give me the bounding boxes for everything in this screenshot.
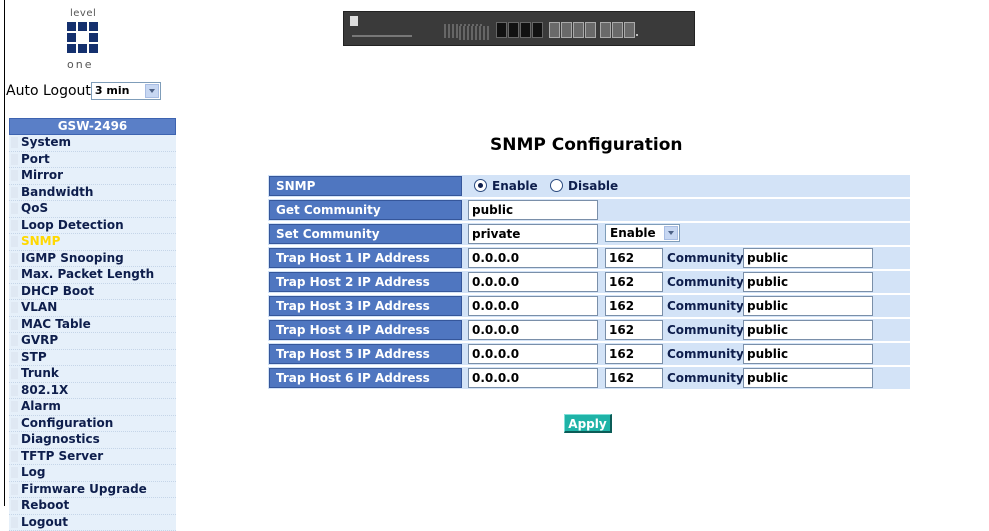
sidebar-item-tftp-server[interactable]: TFTP Server — [9, 449, 176, 466]
sidebar-item-configuration[interactable]: Configuration — [9, 416, 176, 433]
trap-host-label: Trap Host 5 IP Address — [269, 344, 462, 364]
sidebar-item-max-packet-length[interactable]: Max. Packet Length — [9, 267, 176, 284]
snmp-label: SNMP — [269, 176, 462, 196]
sidebar-item-loop-detection[interactable]: Loop Detection — [9, 218, 176, 235]
trap-host-ip-input[interactable]: 0.0.0.0 — [468, 320, 598, 340]
switch-front-panel-image — [343, 11, 695, 46]
trap-host-community-input[interactable]: public — [743, 248, 873, 268]
community-label: Community — [667, 368, 744, 388]
sidebar-title: GSW-2496 — [9, 118, 176, 135]
trap-host-ip-input[interactable]: 0.0.0.0 — [468, 368, 598, 388]
sidebar-item-802-1x[interactable]: 802.1X — [9, 383, 176, 400]
community-label: Community — [667, 272, 744, 292]
get-community-label: Get Community — [269, 200, 462, 220]
trap-host-community-input[interactable]: public — [743, 344, 873, 364]
trap-host-label: Trap Host 4 IP Address — [269, 320, 462, 340]
trap-host-ip-input[interactable]: 0.0.0.0 — [468, 248, 598, 268]
trap-host-label: Trap Host 3 IP Address — [269, 296, 462, 316]
trap-host-row: Trap Host 1 IP Address 0.0.0.0 162 Commu… — [268, 247, 910, 269]
trap-host-ip-input[interactable]: 0.0.0.0 — [468, 272, 598, 292]
trap-host-ip-input[interactable]: 0.0.0.0 — [468, 296, 598, 316]
sidebar-item-bandwidth[interactable]: Bandwidth — [9, 185, 176, 202]
trap-host-community-input[interactable]: public — [743, 320, 873, 340]
trap-host-label: Trap Host 1 IP Address — [269, 248, 462, 268]
trap-host-row: Trap Host 3 IP Address 0.0.0.0 162 Commu… — [268, 295, 910, 317]
sidebar-menu: GSW-2496 System Port Mirror Bandwidth Qo… — [9, 118, 176, 531]
trap-host-community-input[interactable]: public — [743, 296, 873, 316]
sidebar-item-firmware-upgrade[interactable]: Firmware Upgrade — [9, 482, 176, 499]
trap-host-row: Trap Host 6 IP Address 0.0.0.0 162 Commu… — [268, 367, 910, 389]
trap-host-port-input[interactable]: 162 — [605, 296, 663, 316]
set-community-state-select[interactable]: Enable — [605, 224, 680, 242]
get-community-input[interactable]: public — [468, 200, 598, 220]
trap-host-row: Trap Host 4 IP Address 0.0.0.0 162 Commu… — [268, 319, 910, 341]
sidebar-item-mirror[interactable]: Mirror — [9, 168, 176, 185]
radio-unchecked-icon — [550, 179, 563, 192]
sidebar-item-system[interactable]: System — [9, 135, 176, 152]
auto-logout-select[interactable]: 3 min — [91, 82, 161, 100]
community-label: Community — [667, 248, 744, 268]
trap-host-community-input[interactable]: public — [743, 368, 873, 388]
sidebar-item-diagnostics[interactable]: Diagnostics — [9, 432, 176, 449]
trap-host-row: Trap Host 2 IP Address 0.0.0.0 162 Commu… — [268, 271, 910, 293]
auto-logout-label: Auto Logout — [6, 83, 91, 99]
radio-checked-icon — [474, 179, 487, 192]
sidebar-item-gvrp[interactable]: GVRP — [9, 333, 176, 350]
trap-host-label: Trap Host 6 IP Address — [269, 368, 462, 388]
trap-host-community-input[interactable]: public — [743, 272, 873, 292]
trap-host-port-input[interactable]: 162 — [605, 272, 663, 292]
set-community-input[interactable]: private — [468, 224, 598, 244]
sidebar-item-dhcp-boot[interactable]: DHCP Boot — [9, 284, 176, 301]
snmp-row: SNMP Enable Disable — [268, 175, 910, 197]
sidebar-item-alarm[interactable]: Alarm — [9, 399, 176, 416]
chevron-down-icon — [145, 84, 159, 98]
logo-bottom-text: one — [67, 58, 93, 71]
sidebar-item-logout[interactable]: Logout — [9, 515, 176, 531]
sidebar-item-trunk[interactable]: Trunk — [9, 366, 176, 383]
sidebar-item-snmp[interactable]: SNMP — [9, 234, 176, 251]
apply-button[interactable]: Apply — [564, 414, 612, 433]
trap-host-port-input[interactable]: 162 — [605, 320, 663, 340]
trap-host-ip-input[interactable]: 0.0.0.0 — [468, 344, 598, 364]
sidebar-item-reboot[interactable]: Reboot — [9, 498, 176, 515]
logo-top-text: level — [70, 8, 96, 19]
trap-host-row: Trap Host 5 IP Address 0.0.0.0 162 Commu… — [268, 343, 910, 365]
snmp-disable-option[interactable]: Disable — [550, 176, 618, 196]
trap-host-label: Trap Host 2 IP Address — [269, 272, 462, 292]
get-community-row: Get Community public — [268, 199, 910, 221]
set-community-row: Set Community private Enable — [268, 223, 910, 245]
trap-host-port-input[interactable]: 162 — [605, 248, 663, 268]
auto-logout: Auto Logout3 min — [6, 82, 161, 100]
sidebar-item-stp[interactable]: STP — [9, 350, 176, 367]
trap-host-port-input[interactable]: 162 — [605, 368, 663, 388]
community-label: Community — [667, 296, 744, 316]
levelone-logo: level one — [62, 8, 112, 70]
sidebar-item-port[interactable]: Port — [9, 152, 176, 169]
chevron-down-icon — [664, 226, 678, 240]
snmp-enable-option[interactable]: Enable — [474, 176, 538, 196]
sidebar-item-vlan[interactable]: VLAN — [9, 300, 176, 317]
community-label: Community — [667, 344, 744, 364]
trap-host-port-input[interactable]: 162 — [605, 344, 663, 364]
sidebar-item-log[interactable]: Log — [9, 465, 176, 482]
sidebar-item-igmp-snooping[interactable]: IGMP Snooping — [9, 251, 176, 268]
community-label: Community — [667, 320, 744, 340]
set-community-label: Set Community — [269, 224, 462, 244]
frame-divider — [4, 0, 5, 506]
sidebar-item-mac-table[interactable]: MAC Table — [9, 317, 176, 334]
page-title: SNMP Configuration — [490, 135, 683, 155]
sidebar-item-qos[interactable]: QoS — [9, 201, 176, 218]
